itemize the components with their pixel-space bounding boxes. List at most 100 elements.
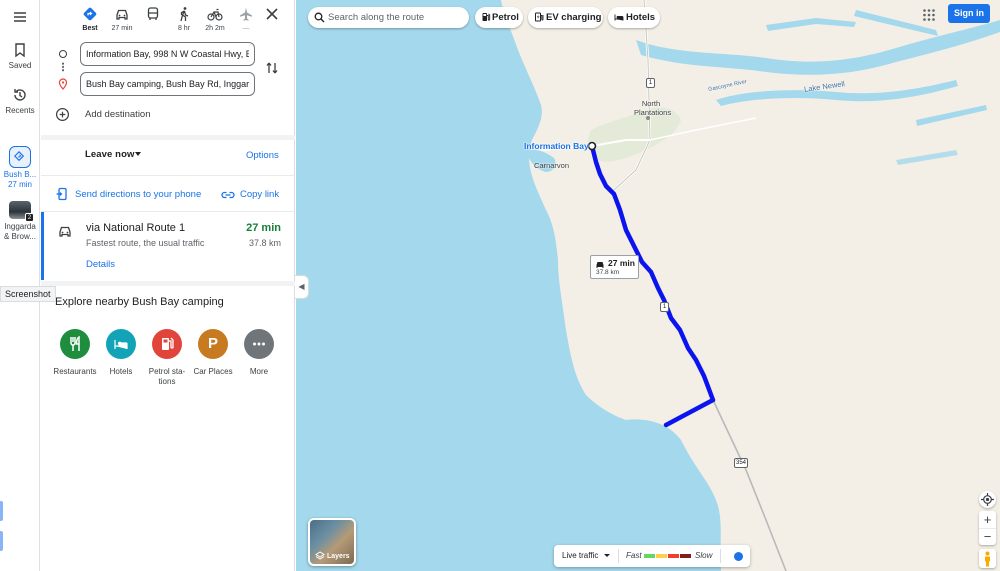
crosshair-icon xyxy=(981,493,994,506)
recents-label: Recents xyxy=(5,106,35,115)
recent-place-button[interactable]: 2 Inggarda & Brow... xyxy=(0,201,40,242)
saved-button[interactable]: Saved xyxy=(0,42,40,71)
traffic-fast-label: Fast xyxy=(626,551,642,560)
link-icon xyxy=(221,191,235,199)
travel-mode-bar: Best 27 min 8 hr 2h 2m — xyxy=(41,0,295,36)
rail-scroll-marker xyxy=(0,531,3,551)
nearby-label: More xyxy=(249,367,269,376)
information-bay-label[interactable]: Information Bay xyxy=(524,141,589,151)
layers-button[interactable]: Layers xyxy=(308,518,356,566)
route-name: via National Route 1 xyxy=(86,222,186,234)
directions-panel: Best 27 min 8 hr 2h 2m — Add destinatio xyxy=(41,0,295,571)
car-icon xyxy=(596,262,604,268)
route-1-shield: 1 xyxy=(646,78,655,88)
mode-flights[interactable]: — xyxy=(231,6,261,32)
swap-locations-icon[interactable] xyxy=(265,61,279,75)
nearby-more-button[interactable]: More xyxy=(236,329,282,377)
mode-cycling[interactable]: 2h 2m xyxy=(200,6,230,32)
sign-in-button[interactable]: Sign in xyxy=(948,4,990,23)
route-duration: 27 min xyxy=(246,222,281,234)
mode-walking[interactable]: 8 hr xyxy=(169,6,199,32)
nearby-label: Restaurants xyxy=(53,367,97,376)
nearby-parking-button[interactable]: P Car Places xyxy=(190,329,236,377)
search-placeholder: Search along the route xyxy=(328,12,425,23)
trip-time: 27 min xyxy=(7,180,32,189)
zoom-controls: + − xyxy=(979,511,996,545)
send-directions-button[interactable]: Send directions to your phone xyxy=(55,187,205,203)
divider xyxy=(41,175,295,176)
nearby-restaurants-button[interactable]: Restaurants xyxy=(52,329,98,377)
phone-send-icon xyxy=(56,187,67,201)
mode-best[interactable]: Best xyxy=(75,6,105,32)
route-distance: 37.8 km xyxy=(248,238,281,248)
route-details-link[interactable]: Details xyxy=(86,259,115,270)
map-canvas[interactable]: Information Bay Carnarvon North Plantati… xyxy=(296,0,1000,571)
hotel-icon xyxy=(106,329,136,359)
menu-button[interactable] xyxy=(0,9,40,28)
ev-charging-chip-label: EV charging xyxy=(546,12,602,23)
traffic-color-swatch xyxy=(680,554,691,558)
destination-input[interactable] xyxy=(80,72,255,96)
my-location-button[interactable] xyxy=(979,491,996,508)
traffic-legend-bar: Live traffic Fast Slow xyxy=(554,545,750,567)
add-destination-button[interactable]: Add destination xyxy=(55,107,255,123)
nearby-label: Car Places xyxy=(193,367,233,376)
section-divider xyxy=(41,281,295,286)
traffic-color-swatch xyxy=(668,554,679,558)
copy-link-button[interactable]: Copy link xyxy=(221,187,291,203)
collapse-panel-button[interactable]: ◀ xyxy=(295,275,309,299)
nearby-label: Petrol sta- tions xyxy=(148,367,186,386)
parking-icon: P xyxy=(198,329,228,359)
options-link[interactable]: Options xyxy=(246,150,279,161)
zoom-in-button[interactable]: + xyxy=(979,511,996,528)
leave-now-label: Leave now xyxy=(85,149,135,160)
petrol-chip[interactable]: Petrol xyxy=(475,7,523,28)
mode-transit[interactable] xyxy=(138,6,168,25)
origin-input[interactable] xyxy=(80,42,255,66)
ev-charging-chip[interactable]: EV charging xyxy=(528,7,603,28)
divider xyxy=(618,549,619,563)
pegman-icon xyxy=(985,551,990,567)
carnarvon-label: Carnarvon xyxy=(534,161,570,170)
current-trip-button[interactable]: Bush B... 27 min xyxy=(0,146,40,190)
street-view-pegman[interactable] xyxy=(979,549,996,568)
nearby-hotels-button[interactable]: Hotels xyxy=(98,329,144,377)
divider xyxy=(720,549,721,563)
live-traffic-dropdown[interactable]: Live traffic xyxy=(562,545,598,567)
directions-icon xyxy=(9,146,31,168)
zoom-out-button[interactable]: − xyxy=(979,528,996,545)
search-along-route-input[interactable]: Search along the route xyxy=(308,7,469,28)
recents-button[interactable]: Recents xyxy=(0,87,40,116)
route-duration-callout[interactable]: 27 min 37.8 km xyxy=(590,255,639,279)
copy-link-label: Copy link xyxy=(240,189,280,200)
search-icon xyxy=(314,12,325,23)
apps-grid-icon[interactable] xyxy=(922,8,936,22)
mode-flights-label: — xyxy=(242,25,250,32)
chevron-left-icon: ◀ xyxy=(298,282,305,291)
trip-label: Bush B... xyxy=(3,170,37,179)
north-plantations-label: North Plantations xyxy=(634,99,672,117)
place-thumbnail: 2 xyxy=(9,201,34,222)
hamburger-icon xyxy=(14,12,26,22)
caret-down-icon xyxy=(604,554,610,557)
route-1-shield: 1 xyxy=(660,302,669,312)
place-label-1: Inggarda xyxy=(4,222,36,231)
callout-time: 27 min xyxy=(608,258,635,268)
close-directions-icon[interactable] xyxy=(264,6,280,22)
origin-circle-icon xyxy=(59,50,67,58)
route-dots-icon xyxy=(62,62,64,72)
mode-driving[interactable]: 27 min xyxy=(107,6,137,32)
fuel-icon xyxy=(482,13,491,21)
hotels-chip[interactable]: Hotels xyxy=(608,7,660,28)
bicycle-icon xyxy=(207,8,223,21)
location-dot-icon[interactable] xyxy=(734,552,743,561)
add-destination-label: Add destination xyxy=(85,109,151,120)
nearby-petrol-button[interactable]: Petrol sta- tions xyxy=(144,329,190,387)
traffic-slow-label: Slow xyxy=(695,551,713,560)
nearby-label: Hotels xyxy=(109,367,133,376)
mode-best-label: Best xyxy=(82,25,98,32)
route-option-card[interactable]: via National Route 1 Fastest route, the … xyxy=(41,212,295,280)
destination-pin-icon xyxy=(58,78,68,90)
plane-icon xyxy=(240,7,252,21)
traffic-color-swatch xyxy=(644,554,655,558)
